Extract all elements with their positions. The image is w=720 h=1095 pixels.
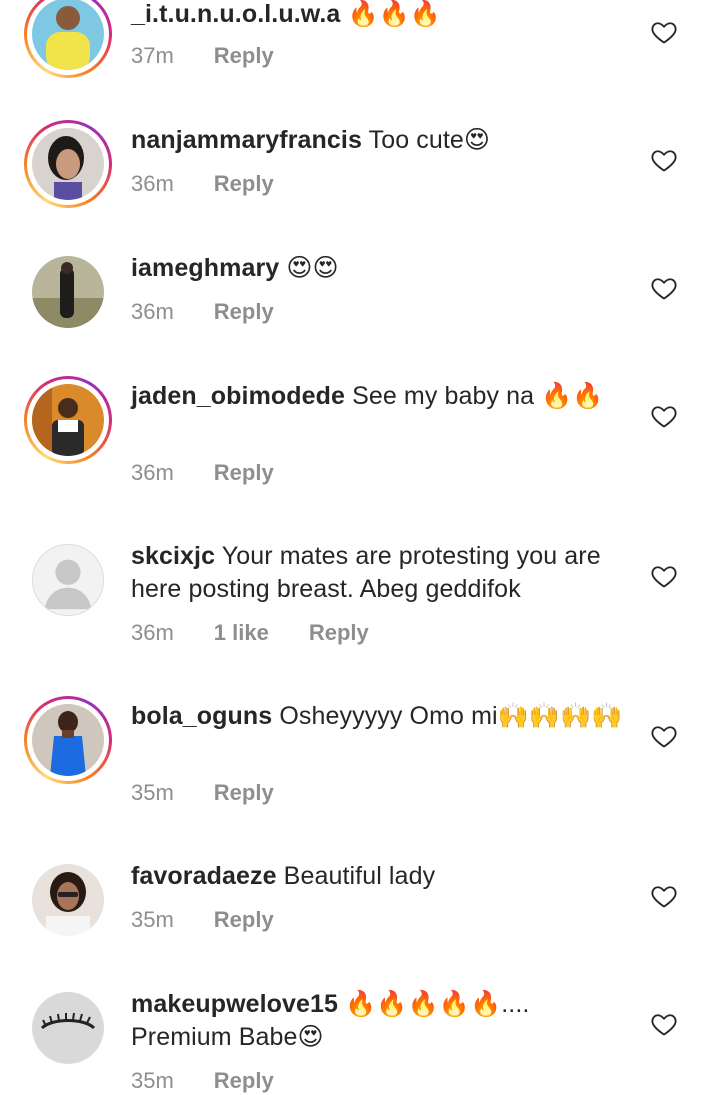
comment-body: iameghmary 😍😍 [131,252,631,285]
avatar[interactable] [24,536,112,624]
comment-body: jaden_obimodede See my baby na 🔥🔥 [131,380,631,413]
avatar[interactable] [24,856,112,944]
heart-icon[interactable] [650,402,678,430]
comment-meta: 36m 1 like Reply [131,619,409,647]
avatar[interactable] [24,696,112,784]
heart-icon[interactable] [650,722,678,750]
comment-meta: 36m Reply [131,459,314,487]
reply-button[interactable]: Reply [214,460,274,485]
username[interactable]: makeupwelove15 [131,990,338,1018]
username[interactable]: nanjammaryfrancis [131,126,362,154]
comment-meta: 37m Reply [131,42,314,70]
username[interactable]: skcixjc [131,542,215,570]
timestamp: 36m [131,171,174,196]
reply-button[interactable]: Reply [214,907,274,932]
comment-text: Beautiful lady [283,862,436,890]
comment-meta: 35m Reply [131,779,314,807]
reply-button[interactable]: Reply [214,299,274,324]
comment-meta: 35m Reply [131,1067,314,1095]
avatar[interactable] [24,120,112,208]
heart-icon[interactable] [650,18,678,46]
avatar[interactable] [24,984,112,1072]
likes-count[interactable]: 1 like [214,620,269,645]
comment-meta: 35m Reply [131,906,314,934]
comment-meta: 36m Reply [131,298,314,326]
heart-icon[interactable] [650,1010,678,1038]
timestamp: 36m [131,460,174,485]
reply-button[interactable]: Reply [214,1068,274,1093]
reply-button[interactable]: Reply [309,620,369,645]
reply-button[interactable]: Reply [214,171,274,196]
comment-text: See my baby na 🔥🔥 [352,382,604,410]
username[interactable]: bola_oguns [131,702,272,730]
timestamp: 37m [131,43,174,68]
avatar[interactable] [24,248,112,336]
timestamp: 36m [131,620,174,645]
username[interactable]: favoradaeze [131,862,277,890]
heart-icon[interactable] [650,562,678,590]
comment-body: favoradaeze Beautiful lady [131,860,631,893]
timestamp: 35m [131,907,174,932]
avatar[interactable] [24,0,112,78]
timestamp: 35m [131,780,174,805]
comment-text: Osheyyyyy Omo mi🙌🙌🙌🙌 [279,702,623,730]
comment-body: _i.t.u.n.u.o.l.u.w.a 🔥🔥🔥 [131,0,631,31]
comment-body: skcixjc Your mates are protesting you ar… [131,540,631,606]
heart-icon[interactable] [650,274,678,302]
username[interactable]: jaden_obimodede [131,382,345,410]
timestamp: 36m [131,299,174,324]
comment-meta: 36m Reply [131,170,314,198]
heart-icon[interactable] [650,882,678,910]
comment-text: 🔥🔥🔥 [347,0,442,28]
comment-text: Too cute😍 [368,126,491,154]
heart-icon[interactable] [650,146,678,174]
username[interactable]: iameghmary [131,254,279,282]
comment-body: nanjammaryfrancis Too cute😍 [131,124,631,157]
reply-button[interactable]: Reply [214,43,274,68]
comment-body: bola_oguns Osheyyyyy Omo mi🙌🙌🙌🙌 [131,700,631,733]
username[interactable]: _i.t.u.n.u.o.l.u.w.a [131,0,340,28]
comment-text: 😍😍 [286,254,339,282]
avatar[interactable] [24,376,112,464]
comment-body: makeupwelove15 🔥🔥🔥🔥🔥.... Premium Babe😍 [131,988,631,1054]
reply-button[interactable]: Reply [214,780,274,805]
timestamp: 35m [131,1068,174,1093]
